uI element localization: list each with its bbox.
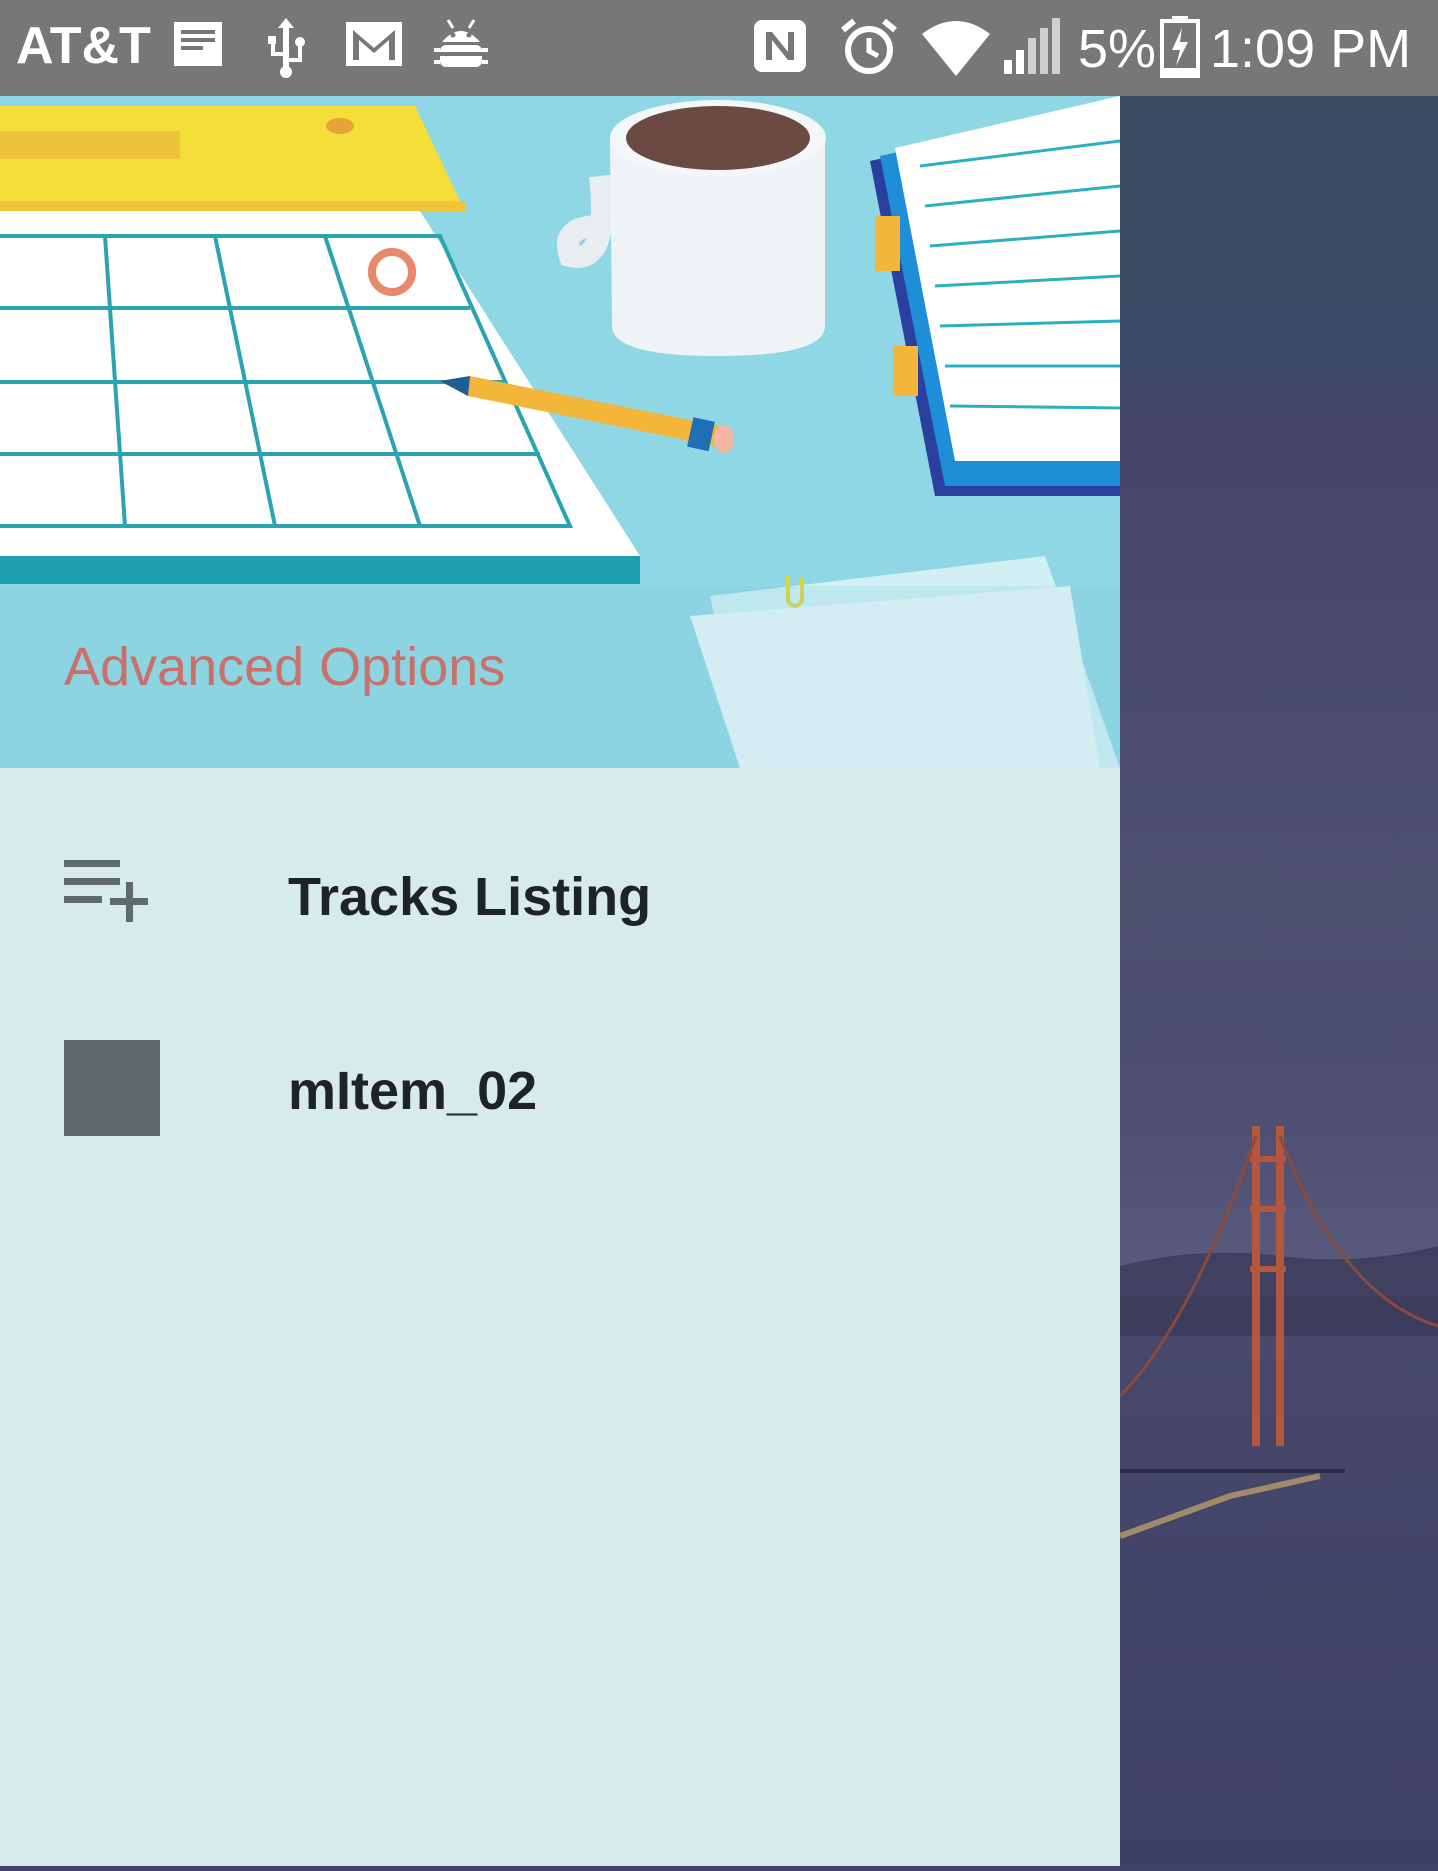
menu-item-label: mItem_02 [288,1061,538,1121]
menu-item-tracks-listing[interactable]: Tracks Listing [0,818,1120,978]
battery-percent: 5% [1078,19,1157,79]
wifi-icon [922,18,990,81]
nfc-icon [752,18,808,79]
drawer-header-title: Advanced Options [64,637,506,697]
gmail-icon [344,18,404,75]
playlist-add-icon [64,854,152,929]
drawer-header: Advanced Options [0,96,1120,768]
notes-icon [172,18,224,75]
clock: 1:09 PM [1210,19,1412,79]
signal-icon [1002,18,1062,81]
alarm-icon [840,18,898,81]
status-bar: AT&T 5% 1:09 PM [0,0,1438,96]
battery-charging-icon [1160,16,1200,83]
menu-item-label: Tracks Listing [288,867,652,927]
placeholder-square-icon [64,1040,160,1136]
bridge-scene-image [1118,96,1438,1539]
background-app-scrim[interactable] [1118,96,1438,1866]
navigation-drawer: Advanced Options Tracks Listing mItem_02 [0,96,1120,1866]
carrier-label: AT&T [16,17,151,75]
usb-icon [262,18,310,83]
android-debug-icon [434,18,488,81]
menu-item-mitem-02[interactable]: mItem_02 [0,1012,1120,1172]
